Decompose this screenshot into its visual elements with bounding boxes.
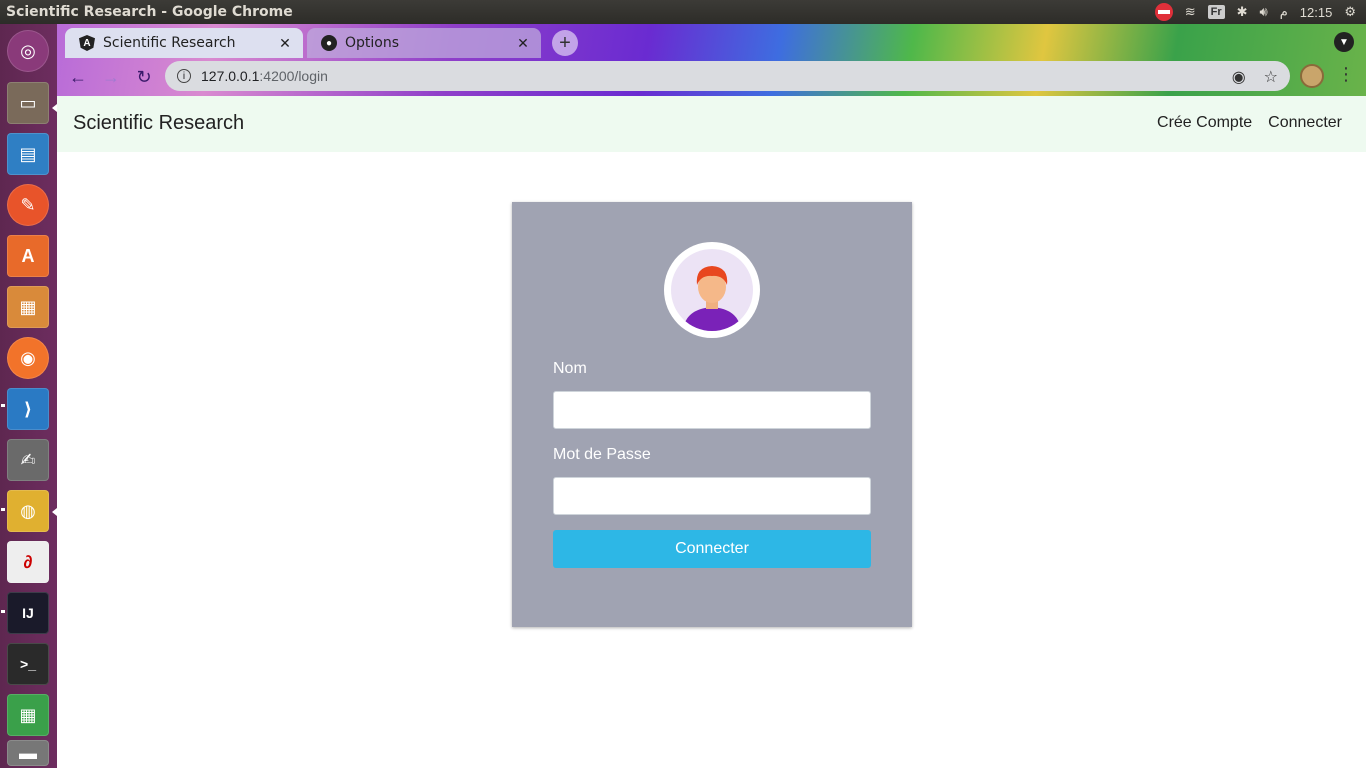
name-input[interactable] — [553, 391, 871, 429]
vscode-icon[interactable]: ⟩ — [7, 388, 49, 430]
os-top-panel: Scientific Research - Google Chrome ≋ Fr… — [0, 0, 1366, 24]
files-icon[interactable]: ▭ — [7, 82, 49, 124]
login-card: Nom Mot de Passe Connecter — [512, 202, 912, 627]
system-tray: ≋ Fr ✱ 🔊︎ م 12:15 ⚙ — [1154, 3, 1366, 21]
chrome-icon[interactable]: ◍ — [7, 490, 49, 532]
tab-scientific-research[interactable]: A Scientific Research ✕ — [65, 28, 303, 58]
tab-label: Scientific Research — [103, 35, 236, 51]
omnibox-actions: ◉ ☆ — [1232, 67, 1278, 87]
tab-strip: A Scientific Research ✕ ● Options ✕ + ▼ — [57, 24, 1366, 58]
running-indicator — [1, 404, 5, 407]
trash-icon[interactable]: ▬ — [7, 740, 49, 766]
new-tab-button[interactable]: + — [552, 30, 578, 56]
navbar-links: Crée Compte Connecter — [1157, 114, 1342, 132]
app-navbar: Scientific Research Crée Compte Connecte… — [57, 96, 1366, 152]
eye-icon[interactable]: ◉ — [1232, 67, 1246, 87]
more-menu-icon[interactable]: ⋮ — [1337, 64, 1355, 85]
back-icon[interactable]: ← — [67, 66, 89, 88]
text-editor-icon[interactable]: ✍ — [7, 439, 49, 481]
document-viewer-icon[interactable]: ∂ — [7, 541, 49, 583]
libreoffice-impress-icon[interactable]: ▦ — [7, 286, 49, 328]
running-indicator — [1, 610, 5, 613]
navbar-brand[interactable]: Scientific Research — [73, 112, 244, 135]
running-indicator — [1, 508, 5, 511]
firefox-icon[interactable]: ◉ — [7, 337, 49, 379]
profile-avatar[interactable] — [1300, 64, 1324, 88]
software-center-icon[interactable]: A — [7, 235, 49, 277]
bookmark-star-icon[interactable]: ☆ — [1264, 67, 1278, 87]
close-icon[interactable]: ✕ — [513, 35, 533, 52]
tab-label: Options — [345, 35, 400, 51]
url-host: 127.0.0.1 — [201, 68, 260, 84]
intellij-icon[interactable]: IJ — [7, 592, 49, 634]
browser-frame: A Scientific Research ✕ ● Options ✕ + ▼ … — [57, 24, 1366, 96]
password-label: Mot de Passe — [553, 446, 651, 463]
forward-icon[interactable]: → — [100, 66, 122, 88]
window-title: Scientific Research - Google Chrome — [6, 4, 293, 20]
no-entry-icon[interactable] — [1154, 3, 1173, 21]
nav-link-connect[interactable]: Connecter — [1268, 114, 1342, 132]
libreoffice-calc-icon[interactable]: ▦ — [7, 694, 49, 736]
ubuntu-dash-icon[interactable]: ◎ — [7, 30, 49, 72]
angular-icon: A — [79, 35, 95, 51]
connect-button[interactable]: Connecter — [553, 530, 871, 568]
terminal-icon[interactable]: >_ — [7, 643, 49, 685]
url-path: :4200/login — [259, 68, 328, 84]
tab-search-icon[interactable]: ▼ — [1334, 32, 1354, 52]
libreoffice-writer-icon[interactable]: ▤ — [7, 133, 49, 175]
volume-icon[interactable]: 🔊︎ — [1260, 4, 1268, 20]
keyboard-layout-indicator[interactable]: Fr — [1207, 5, 1225, 19]
app-launcher: ◎ ▭ ▤ ✎ A ▦ ◉ ⟩ ✍ ◍ ∂ IJ >_ ▦ ▬ — [0, 24, 57, 768]
address-bar[interactable]: i 127.0.0.1:4200/login ◉ ☆ — [165, 61, 1290, 91]
password-input[interactable] — [553, 477, 871, 515]
settings-gear-icon[interactable]: ⚙ — [1344, 4, 1356, 20]
close-icon[interactable]: ✕ — [275, 35, 295, 52]
site-info-icon[interactable]: i — [177, 69, 191, 83]
wifi-icon[interactable]: ≋ — [1185, 4, 1196, 20]
browser-toolbar: ← → ↻ i 127.0.0.1:4200/login ◉ ☆ ⋮ — [57, 58, 1366, 96]
name-label: Nom — [553, 360, 587, 377]
reload-icon[interactable]: ↻ — [133, 66, 155, 88]
user-avatar — [664, 242, 760, 338]
nav-link-create-account[interactable]: Crée Compte — [1157, 114, 1252, 132]
clock[interactable]: 12:15 — [1300, 5, 1333, 20]
github-icon: ● — [321, 35, 337, 51]
bluetooth-icon[interactable]: ✱ — [1237, 4, 1248, 20]
am-pm-indicator: م — [1279, 4, 1288, 19]
user-avatar-icon — [671, 249, 753, 331]
tab-options[interactable]: ● Options ✕ — [307, 28, 541, 58]
web-page: Scientific Research Crée Compte Connecte… — [57, 96, 1366, 768]
postman-icon[interactable]: ✎ — [7, 184, 49, 226]
